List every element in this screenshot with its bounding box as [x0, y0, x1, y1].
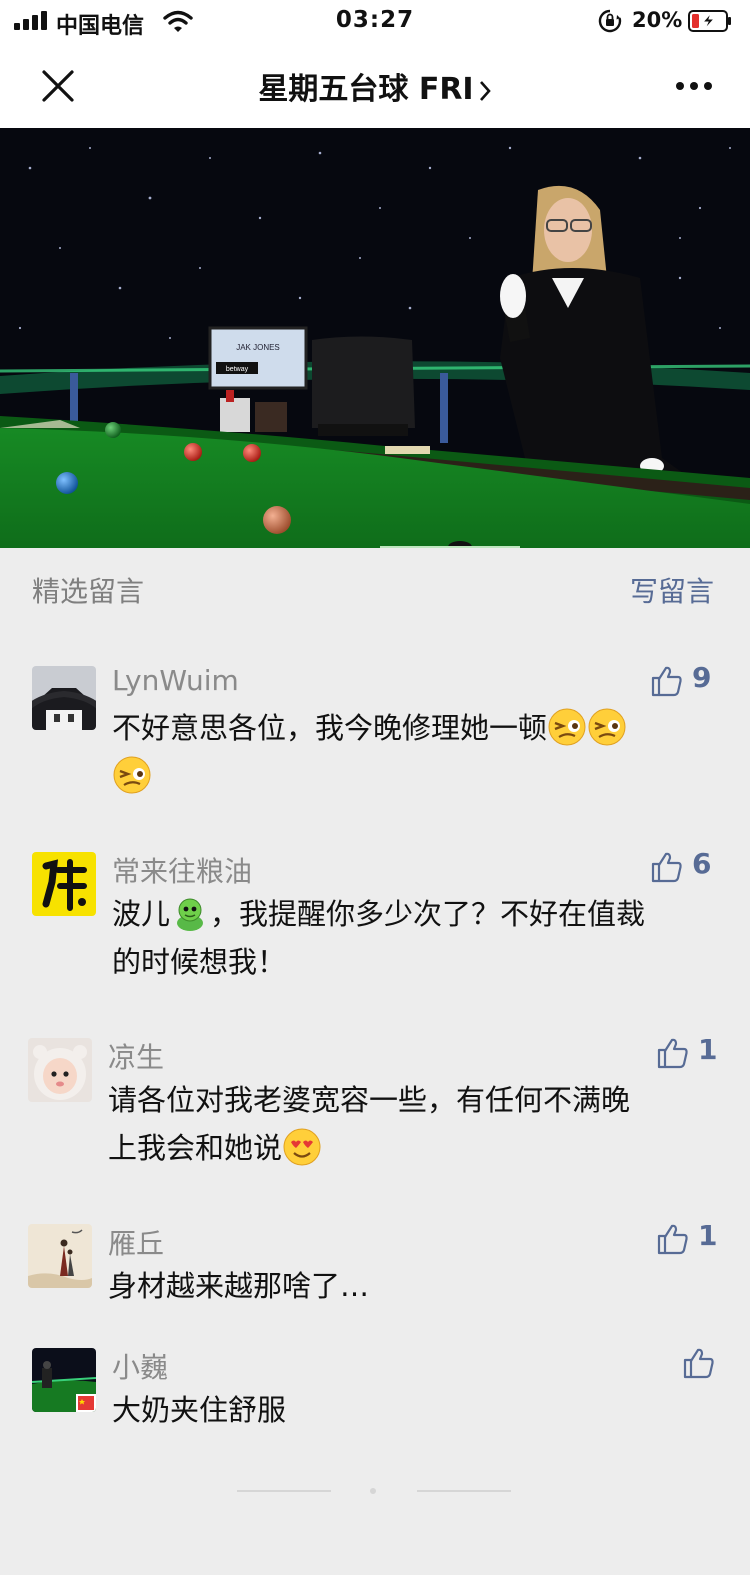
comment-text-part: 波儿 [112, 897, 171, 931]
comment-text: 大奶夹住舒服 [112, 1386, 712, 1434]
avatar[interactable] [32, 666, 96, 730]
comment-text-part: ，我提醒你多少次了？不好在值裁 [210, 897, 646, 931]
comment-item: 常来往粮油 6 波儿 ，我提醒你多少次了？不好在值裁的时候想我！ [0, 846, 750, 996]
thumbs-up-icon [657, 1224, 688, 1255]
write-comment-button[interactable]: 写留言 [630, 570, 714, 610]
avatar[interactable] [28, 1038, 92, 1102]
page-end-indicator [0, 1488, 750, 1494]
commenter-name: 凉生 [108, 1041, 165, 1074]
avatar[interactable] [32, 1348, 96, 1412]
heart-eyes-emoji-icon [283, 1128, 321, 1166]
comment-item: 雁丘 1 身材越来越那啥了… [0, 1218, 750, 1328]
comment-text: 波儿 ，我提醒你多少次了？不好在值裁的时候想我！ [112, 890, 732, 986]
comment-text-line: 大奶夹住舒服 [112, 1393, 287, 1427]
comment-text-line: 身材越来越那啥了… [108, 1269, 370, 1303]
comment-item: 凉生 1 请各位对我老婆宽容一些，有任何不满晚 上我会和她说 [0, 1032, 750, 1182]
frog-emoji-icon [177, 898, 204, 931]
featured-comments-title: 精选留言 [32, 575, 145, 608]
thumbs-up-icon [657, 1038, 688, 1069]
like-count: 1 [698, 1033, 718, 1066]
avatar[interactable] [28, 1224, 92, 1288]
comment-text-line: 的时候想我！ [112, 945, 287, 979]
comment-item: LynWuim 9 不好意思各位，我今晚修理她一顿 [0, 660, 750, 810]
nav-bar: 星期五台球 FRI [0, 44, 750, 128]
monitor-name: JAK JONES [236, 343, 280, 352]
like-button[interactable]: 9 [650, 661, 720, 700]
wink-emoji-icon [588, 708, 626, 746]
account-title-text: 星期五台球 FRI [258, 72, 474, 107]
chevron-right-icon [479, 80, 491, 101]
battery-percent: 20% [632, 8, 683, 32]
monitor-brand: betway [226, 366, 249, 373]
avatar[interactable] [32, 852, 96, 916]
comment-text: 请各位对我老婆宽容一些，有任何不满晚 上我会和她说 [108, 1076, 728, 1172]
account-title[interactable]: 星期五台球 FRI [0, 64, 750, 108]
comment-text-line: 请各位对我老婆宽容一些，有任何不满晚 [108, 1083, 631, 1117]
thumbs-up-icon [651, 666, 682, 697]
more-icon[interactable] [672, 74, 716, 98]
comment-text-line: 上我会和她说 [108, 1131, 283, 1165]
comment-text: 身材越来越那啥了… [108, 1262, 728, 1310]
like-button[interactable]: 1 [656, 1219, 726, 1258]
battery-charging-icon [688, 10, 731, 32]
commenter-name: 雁丘 [108, 1227, 165, 1260]
wink-emoji-icon [548, 708, 586, 746]
thumbs-up-icon [683, 1348, 714, 1379]
like-button[interactable] [682, 1346, 722, 1382]
wink-emoji-icon [113, 756, 151, 794]
orientation-lock-icon [598, 9, 622, 33]
like-button[interactable]: 6 [650, 847, 720, 886]
thumbs-up-icon [651, 852, 682, 883]
like-count: 6 [692, 847, 712, 880]
comment-item: 小巍 大奶夹住舒服 [0, 1342, 750, 1452]
like-button[interactable]: 1 [656, 1033, 726, 1072]
snooker-scene-image: JAK JONES betway [0, 128, 750, 548]
comments-header: 精选留言 写留言 [0, 548, 750, 628]
commenter-name: 小巍 [112, 1351, 169, 1384]
commenter-name: 常来往粮油 [112, 855, 253, 888]
comment-text-line: 不好意思各位，我今晚修理她一顿 [112, 711, 548, 745]
like-count: 9 [692, 661, 712, 694]
snooker-video[interactable]: JAK JONES betway [0, 128, 750, 548]
status-bar: 中国电信 03:27 20% [0, 0, 750, 44]
commenter-name: LynWuim [112, 664, 239, 697]
comment-text: 不好意思各位，我今晚修理她一顿 [112, 704, 722, 800]
like-count: 1 [698, 1219, 718, 1252]
